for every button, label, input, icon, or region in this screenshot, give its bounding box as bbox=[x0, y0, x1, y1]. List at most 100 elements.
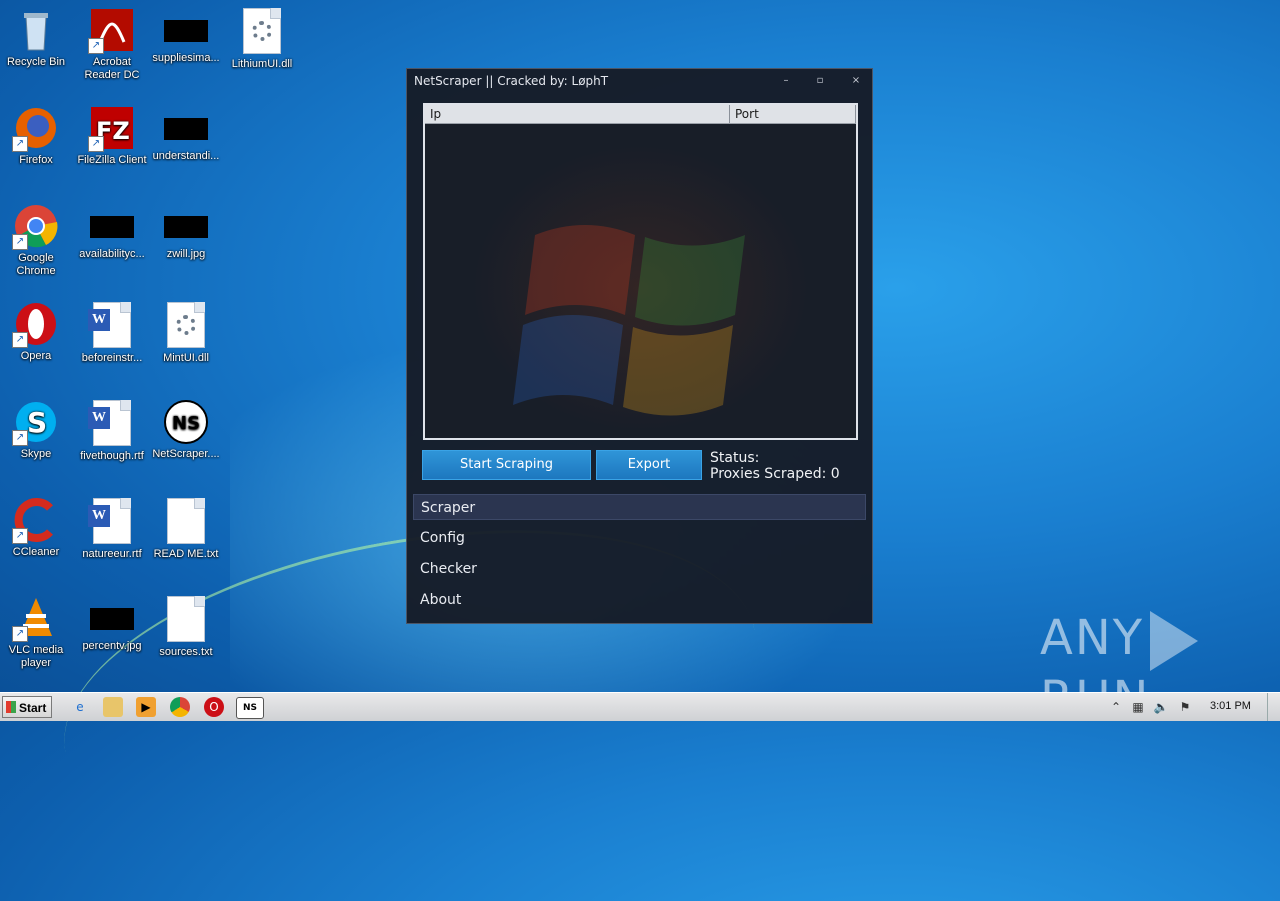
netscraper-icon[interactable]: NS bbox=[236, 697, 264, 719]
window-titlebar[interactable]: NetScraper || Cracked by: LøphT – ▫ × bbox=[407, 69, 872, 95]
filezilla-icon: FZ ↗ bbox=[88, 106, 134, 152]
desktop-icon-label: MintUI.dll bbox=[163, 352, 209, 364]
nav-item-checker[interactable]: Checker bbox=[413, 556, 866, 582]
desktop-icon-label: READ ME.txt bbox=[153, 548, 219, 560]
chrome-icon: ↗ bbox=[12, 204, 58, 250]
desktop-icon-fivethough[interactable]: W fivethough.rtf bbox=[74, 400, 150, 463]
desktop-icon-mintui[interactable]: MintUI.dll bbox=[148, 302, 224, 365]
desktop-icon-label: natureeur.rtf bbox=[82, 548, 142, 560]
desktop-icon-skype[interactable]: S ↗ Skype bbox=[0, 400, 74, 461]
start-scraping-button[interactable]: Start Scraping bbox=[422, 450, 591, 480]
redacted-image-icon bbox=[164, 216, 208, 238]
desktop-icon-understandi[interactable]: understandi... bbox=[148, 106, 224, 163]
close-button[interactable]: × bbox=[844, 72, 868, 90]
table-header: Ip Port bbox=[425, 105, 856, 124]
shortcut-arrow-icon: ↗ bbox=[12, 626, 28, 642]
desktop-icon-readme[interactable]: READ ME.txt bbox=[148, 498, 224, 561]
desktop-icon-label: suppliesima... bbox=[152, 52, 220, 64]
desktop-icon-label: Acrobat Reader DC bbox=[84, 56, 140, 81]
text-file-icon bbox=[167, 498, 205, 544]
desktop-icon-label: Google Chrome bbox=[16, 252, 56, 277]
word-doc-icon: W bbox=[88, 498, 131, 544]
shortcut-arrow-icon: ↗ bbox=[88, 38, 104, 54]
windows-flag-icon bbox=[6, 701, 16, 713]
nav-item-config[interactable]: Config bbox=[413, 525, 866, 551]
column-header-ip[interactable]: Ip bbox=[425, 105, 730, 123]
desktop-icon-lithiumui[interactable]: LithiumUI.dll bbox=[224, 8, 300, 71]
acrobat-icon: ↗ bbox=[88, 8, 134, 54]
desktop-icon-natureeur[interactable]: W natureeur.rtf bbox=[74, 498, 150, 561]
clock[interactable]: 3:01 PM bbox=[1210, 700, 1251, 712]
desktop-icon-acrobat[interactable]: ↗ Acrobat Reader DC bbox=[74, 8, 150, 82]
dll-file-icon bbox=[243, 8, 281, 54]
desktop-icon-label: LithiumUI.dll bbox=[231, 58, 293, 70]
minimize-button[interactable]: – bbox=[774, 72, 798, 90]
proxy-table[interactable]: Ip Port bbox=[423, 103, 858, 440]
nav-item-scraper[interactable]: Scraper bbox=[413, 494, 866, 520]
desktop-icon-label: CCleaner bbox=[12, 546, 60, 558]
volume-icon[interactable]: 🔈 bbox=[1153, 699, 1169, 715]
desktop-icon-ccleaner[interactable]: ↗ CCleaner bbox=[0, 498, 74, 559]
watermark-text-left: ANY bbox=[1040, 610, 1145, 666]
desktop-icon-sources[interactable]: sources.txt bbox=[148, 596, 224, 659]
show-desktop-button[interactable] bbox=[1267, 693, 1280, 721]
redacted-image-icon bbox=[90, 216, 134, 238]
desktop-icon-availability[interactable]: availabilityc... bbox=[74, 204, 150, 261]
taskbar: Start e ▶ O NS ⌃ ▦ 🔈 ⚑ 3:01 PM bbox=[0, 692, 1280, 721]
window-title: NetScraper || Cracked by: LøphT bbox=[414, 74, 609, 88]
netscraper-window: NetScraper || Cracked by: LøphT – ▫ × Ip… bbox=[406, 68, 873, 624]
explorer-icon[interactable] bbox=[103, 697, 123, 717]
desktop-icon-netscraper[interactable]: NS NetScraper.... bbox=[148, 400, 224, 461]
desktop-icon-label: Opera bbox=[20, 350, 52, 362]
netscraper-icon: NS bbox=[164, 400, 208, 444]
firefox-icon: ↗ bbox=[12, 106, 58, 152]
recycle-bin-icon bbox=[14, 8, 58, 52]
nav-item-about[interactable]: About bbox=[413, 587, 866, 613]
desktop-icon-label: Recycle Bin bbox=[6, 56, 66, 68]
desktop-icon-label: VLC media player bbox=[8, 644, 64, 669]
desktop-icon-label: availabilityc... bbox=[79, 248, 145, 260]
desktop-icon-label: FileZilla Client bbox=[77, 154, 147, 166]
text-file-icon bbox=[167, 596, 205, 642]
desktop-icon-chrome[interactable]: ↗ Google Chrome bbox=[0, 204, 74, 278]
desktop-icon-percentv[interactable]: percentv.jpg bbox=[74, 596, 150, 653]
word-doc-icon: W bbox=[88, 400, 131, 446]
shortcut-arrow-icon: ↗ bbox=[12, 136, 28, 152]
desktop-icon-beforeinstr[interactable]: W beforeinstr... bbox=[74, 302, 150, 365]
desktop-icon-label: fivethough.rtf bbox=[80, 450, 144, 462]
desktop-icon-label: beforeinstr... bbox=[81, 352, 143, 364]
desktop-icon-label: Firefox bbox=[19, 154, 53, 166]
maximize-button[interactable]: ▫ bbox=[808, 72, 832, 90]
shortcut-arrow-icon: ↗ bbox=[12, 430, 28, 446]
desktop-icon-suppliesima[interactable]: suppliesima... bbox=[148, 8, 224, 65]
desktop-icon-label: zwill.jpg bbox=[166, 248, 206, 260]
column-header-port[interactable]: Port bbox=[730, 105, 856, 123]
desktop-icon-filezilla[interactable]: FZ ↗ FileZilla Client bbox=[74, 106, 150, 167]
shortcut-arrow-icon: ↗ bbox=[12, 332, 28, 348]
action-center-flag-icon[interactable]: ⚑ bbox=[1177, 699, 1193, 715]
network-icon[interactable]: ▦ bbox=[1130, 699, 1146, 715]
svg-text:NS: NS bbox=[172, 413, 200, 434]
desktop-icon-label: sources.txt bbox=[159, 646, 213, 658]
desktop-icon-recycle-bin[interactable]: Recycle Bin bbox=[0, 8, 74, 69]
windows-logo-background bbox=[513, 225, 745, 416]
tray-expand-icon[interactable]: ⌃ bbox=[1108, 699, 1124, 715]
desktop-icon-vlc[interactable]: ↗ VLC media player bbox=[0, 596, 74, 670]
media-player-icon[interactable]: ▶ bbox=[136, 697, 156, 717]
desktop-icon-label: understandi... bbox=[152, 150, 220, 162]
export-button[interactable]: Export bbox=[596, 450, 702, 480]
shortcut-arrow-icon: ↗ bbox=[12, 234, 28, 250]
start-button[interactable]: Start bbox=[2, 696, 52, 718]
desktop-icon-zwill[interactable]: zwill.jpg bbox=[148, 204, 224, 261]
redacted-image-icon bbox=[90, 608, 134, 630]
desktop-icon-label: percentv.jpg bbox=[82, 640, 142, 652]
desktop-icon-opera[interactable]: ↗ Opera bbox=[0, 302, 74, 363]
desktop-icon-firefox[interactable]: ↗ Firefox bbox=[0, 106, 74, 167]
vlc-icon: ↗ bbox=[12, 596, 58, 642]
svg-text:S: S bbox=[27, 406, 47, 439]
chrome-icon[interactable] bbox=[170, 697, 190, 717]
opera-icon: ↗ bbox=[12, 302, 58, 348]
opera-icon[interactable]: O bbox=[204, 697, 224, 717]
ie-icon[interactable]: e bbox=[70, 697, 90, 717]
desktop-icon-label: Skype bbox=[20, 448, 52, 460]
